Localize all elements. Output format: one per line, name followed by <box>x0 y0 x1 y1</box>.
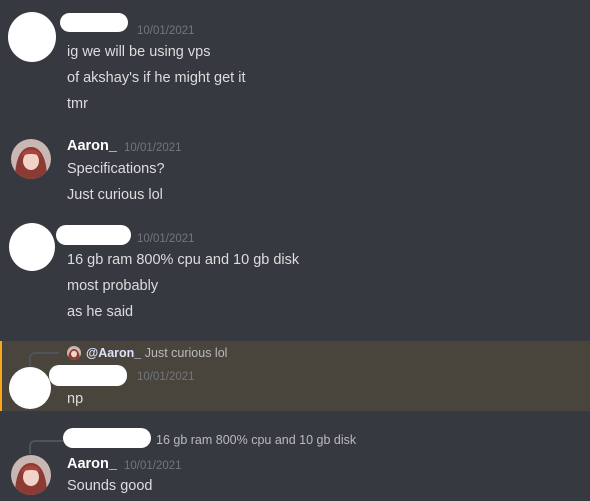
avatar[interactable] <box>11 139 51 179</box>
message-line: tmr <box>67 96 88 112</box>
message-line: Sounds good <box>67 478 153 494</box>
reply-spine <box>29 440 63 454</box>
message-line: Specifications? <box>67 161 165 177</box>
timestamp: 10/01/2021 <box>124 142 182 154</box>
author-name[interactable]: Aaron_ <box>67 456 117 472</box>
message-line: most probably <box>67 278 159 294</box>
timestamp: 10/01/2021 <box>137 371 195 383</box>
timestamp: 10/01/2021 <box>137 25 195 37</box>
avatar-image <box>11 455 51 495</box>
avatar-image <box>67 346 81 360</box>
reply-spine <box>29 352 59 366</box>
timestamp: 10/01/2021 <box>137 233 195 245</box>
author-name-redacted[interactable] <box>56 225 131 245</box>
avatar-image <box>11 139 51 179</box>
reply-author-redacted[interactable] <box>63 428 151 448</box>
message-line: ig we will be using vps <box>67 44 211 60</box>
avatar-redacted[interactable] <box>8 12 56 62</box>
reply-text[interactable]: 16 gb ram 800% cpu and 10 gb disk <box>156 433 356 447</box>
reply-preview[interactable]: @Aaron_ Just curious lol <box>86 346 227 360</box>
reply-avatar <box>67 346 81 360</box>
message-line: of akshay's if he might get it <box>67 70 246 86</box>
mention-highlight-bar <box>0 341 2 411</box>
message-line: np <box>67 391 84 407</box>
message-line: 16 gb ram 800% cpu and 10 gb disk <box>67 252 300 268</box>
timestamp: 10/01/2021 <box>124 460 182 472</box>
reply-mention[interactable]: @Aaron_ <box>86 346 141 360</box>
author-name-redacted[interactable] <box>60 13 128 32</box>
message-line: Just curious lol <box>67 187 163 203</box>
author-name[interactable]: Aaron_ <box>67 138 117 154</box>
message-line: as he said <box>67 304 134 320</box>
avatar[interactable] <box>11 455 51 495</box>
author-name-redacted[interactable] <box>49 365 127 386</box>
avatar-redacted[interactable] <box>9 367 51 409</box>
reply-text: Just curious lol <box>144 346 228 360</box>
avatar-redacted[interactable] <box>9 223 55 271</box>
